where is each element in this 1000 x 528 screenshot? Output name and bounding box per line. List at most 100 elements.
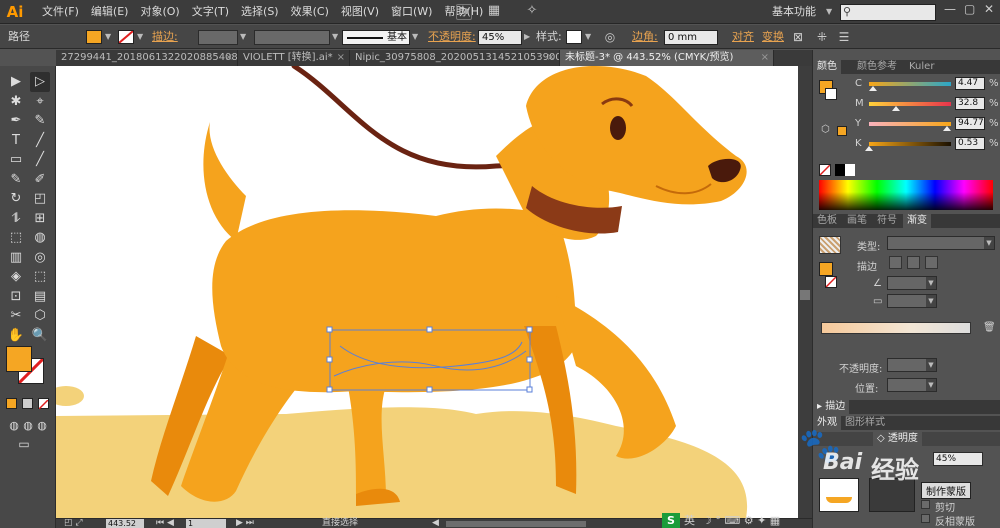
- next-artboard-icon[interactable]: ▶ ⏭: [236, 518, 254, 528]
- tab-gradient-3[interactable]: 渐变: [903, 214, 931, 228]
- scroll-thumb[interactable]: [800, 290, 810, 300]
- tab-gradient-2[interactable]: 符号: [873, 214, 901, 228]
- zoom-menu-icon[interactable]: ◰ ⤢: [64, 518, 83, 528]
- horizontal-scroll-thumb[interactable]: [446, 521, 586, 527]
- menu-item-4[interactable]: 选择(S): [235, 0, 285, 24]
- stroke-panel-header[interactable]: ▸ 描边: [813, 400, 1000, 414]
- zoom-field[interactable]: 443.52: [106, 519, 144, 528]
- menu-item-7[interactable]: 窗口(W): [385, 0, 438, 24]
- close-tab-icon[interactable]: ×: [337, 50, 345, 66]
- tool-21-icon[interactable]: ⬚: [30, 267, 50, 287]
- gradient-fill-swatch[interactable]: [819, 262, 833, 276]
- menu-item-1[interactable]: 编辑(E): [85, 0, 135, 24]
- menu-item-5[interactable]: 效果(C): [285, 0, 335, 24]
- gradient-slider[interactable]: [821, 322, 971, 334]
- first-artboard-icon[interactable]: ⏮ ◀: [156, 518, 174, 528]
- channel-slider-knob[interactable]: [865, 146, 874, 151]
- channel-slider-m[interactable]: [869, 102, 951, 106]
- minimize-button[interactable]: —: [944, 2, 956, 16]
- transform-link[interactable]: 变换: [762, 25, 784, 49]
- gradient-aspect-field[interactable]: ▼: [887, 294, 937, 308]
- tool-20-icon[interactable]: ◈: [6, 267, 26, 287]
- gradient-mode-button[interactable]: [22, 398, 33, 409]
- none-mode-button[interactable]: [38, 398, 49, 410]
- menu-item-3[interactable]: 文字(T): [186, 0, 235, 24]
- tool-16-icon[interactable]: ⬚: [6, 228, 26, 248]
- tool-6-icon[interactable]: T: [6, 131, 26, 151]
- channel-slider-knob[interactable]: [942, 126, 951, 131]
- invert-mask-checkbox[interactable]: [921, 514, 930, 523]
- document-tab-0[interactable]: 27299441_20180613220208854088.ai*×: [56, 50, 238, 66]
- brush-definition[interactable]: 基本: [342, 30, 410, 45]
- gpu-performance-icon[interactable]: ✧: [524, 4, 540, 20]
- color-panel-stroke[interactable]: [825, 88, 837, 100]
- draw-inside-icon[interactable]: ◍: [32, 416, 52, 436]
- out-of-gamut-icon[interactable]: ⬡: [821, 124, 830, 135]
- close-tab-icon[interactable]: ×: [547, 50, 555, 66]
- channel-slider-k[interactable]: [869, 142, 951, 146]
- channel-slider-c[interactable]: [869, 82, 951, 86]
- color-spectrum[interactable]: [819, 180, 993, 210]
- tool-11-icon[interactable]: ✐: [30, 170, 50, 190]
- document-tab-1[interactable]: VIOLETT [转换].ai* ×: [238, 50, 350, 66]
- ime-language[interactable]: 英: [684, 513, 695, 528]
- document-tab-2[interactable]: Nipic_30975808_20200513145210539000.ai*×: [350, 50, 560, 66]
- tool-7-icon[interactable]: ╱: [30, 131, 50, 151]
- menu-item-0[interactable]: 文件(F): [36, 0, 85, 24]
- tool-15-icon[interactable]: ⊞: [30, 209, 50, 229]
- stroke-color-swatch[interactable]: [118, 30, 134, 44]
- close-window-button[interactable]: ✕: [984, 2, 994, 16]
- bridge-icon[interactable]: Br: [456, 4, 472, 20]
- tool-8-icon[interactable]: ▭: [6, 150, 26, 170]
- artboard-number-field[interactable]: 1: [186, 519, 226, 528]
- tool-22-icon[interactable]: ⊡: [6, 287, 26, 307]
- tab-color-0[interactable]: 颜色: [813, 60, 841, 74]
- fill-swatch[interactable]: [6, 346, 32, 372]
- tool-3-icon[interactable]: ⌖: [30, 92, 50, 112]
- ime-toolbar-icons[interactable]: ☽ ° ⌨ ⚙ ✦ ▦: [702, 513, 780, 528]
- variable-width-profile[interactable]: [254, 30, 330, 45]
- tool-19-icon[interactable]: ◎: [30, 248, 50, 268]
- tool-14-icon[interactable]: ⥮: [6, 209, 26, 229]
- workspace-switcher[interactable]: 基本功能: [772, 0, 816, 24]
- document-tab-3[interactable]: 未标题-3* @ 443.52% (CMYK/预览) ×: [560, 50, 774, 66]
- tool-2-icon[interactable]: ✱: [6, 92, 26, 112]
- menu-item-2[interactable]: 对象(O): [134, 0, 185, 24]
- screen-mode-icon[interactable]: ▭: [14, 434, 34, 454]
- white-swatch[interactable]: [845, 164, 855, 176]
- tab-graphic-styles[interactable]: 图形样式: [841, 416, 889, 430]
- transparency-opacity-field[interactable]: 45%: [933, 452, 983, 466]
- tool-23-icon[interactable]: ▤: [30, 287, 50, 307]
- opacity-field[interactable]: 45%: [478, 30, 522, 45]
- align-link[interactable]: 对齐: [732, 25, 754, 49]
- stroke-along-icon[interactable]: [907, 256, 920, 269]
- gradient-position-field[interactable]: ▼: [887, 378, 937, 392]
- tool-24-icon[interactable]: ✂: [6, 306, 26, 326]
- stroke-within-icon[interactable]: [889, 256, 902, 269]
- clip-checkbox[interactable]: [921, 500, 930, 509]
- tool-13-icon[interactable]: ◰: [30, 189, 50, 209]
- object-thumbnail[interactable]: [819, 478, 859, 512]
- none-swatch[interactable]: [819, 164, 831, 176]
- artboard-canvas[interactable]: [56, 66, 798, 518]
- stroke-label[interactable]: 描边:: [152, 25, 178, 49]
- tool-25-icon[interactable]: ⬡: [30, 306, 50, 326]
- channel-value-c[interactable]: 4.47: [955, 77, 985, 90]
- corners-label[interactable]: 边角:: [632, 25, 658, 49]
- tool-26-icon[interactable]: ✋: [6, 326, 26, 346]
- search-input[interactable]: ⚲: [840, 4, 936, 21]
- sogou-ime-logo[interactable]: S: [662, 513, 680, 528]
- corner-radius-field[interactable]: 0 mm: [664, 30, 718, 45]
- gradient-opacity-field[interactable]: ▼: [887, 358, 937, 372]
- tool-1-icon[interactable]: ▷: [30, 72, 50, 92]
- gradient-type-dropdown[interactable]: ▼: [887, 236, 995, 250]
- close-tab-icon[interactable]: ×: [761, 50, 769, 66]
- tab-gradient-1[interactable]: 画笔: [843, 214, 871, 228]
- maximize-button[interactable]: ▢: [964, 2, 975, 16]
- tool-18-icon[interactable]: ▥: [6, 248, 26, 268]
- stroke-across-icon[interactable]: [925, 256, 938, 269]
- tab-transparency[interactable]: ◇ 透明度: [873, 432, 922, 446]
- stroke-weight-field[interactable]: [198, 30, 238, 45]
- menu-item-6[interactable]: 视图(V): [335, 0, 385, 24]
- tab-color-2[interactable]: Kuler: [905, 60, 938, 74]
